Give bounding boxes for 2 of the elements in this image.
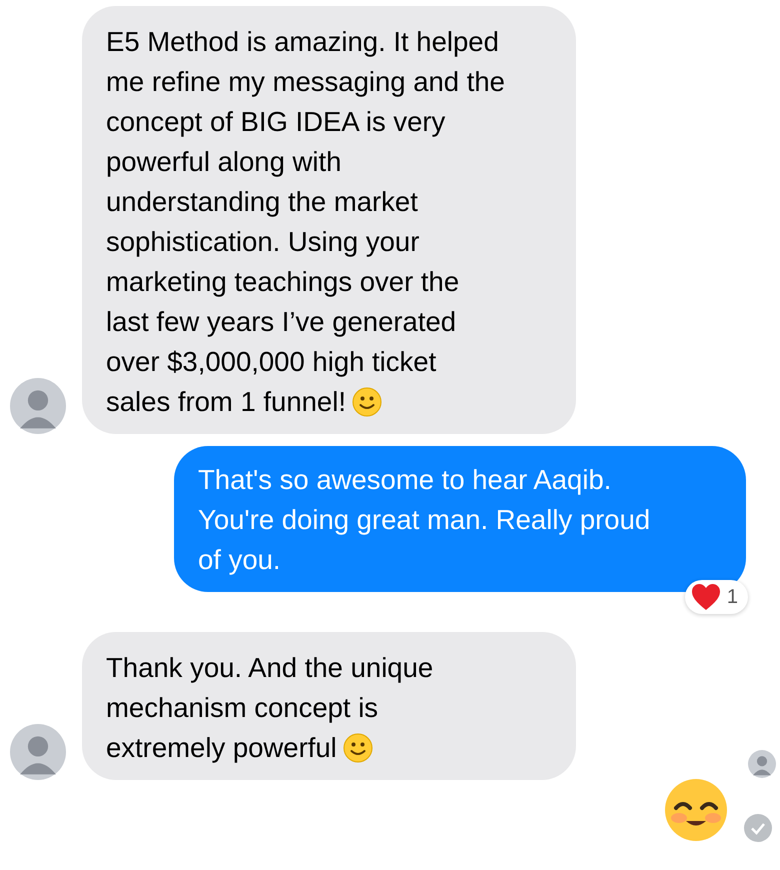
message-bubble: Thank you. And the unique mechanism concept is extremely powerful [82,632,576,780]
message-bubble: E5 Method is amazing. It helped me refine my messaging and the concept of BIG IDEA is very powerful along with understanding the market sophistication. Using your marketing teachings over the last few years I’ve generated over $3,000,000 high ticket sales from 1 funnel! [82,6,576,434]
